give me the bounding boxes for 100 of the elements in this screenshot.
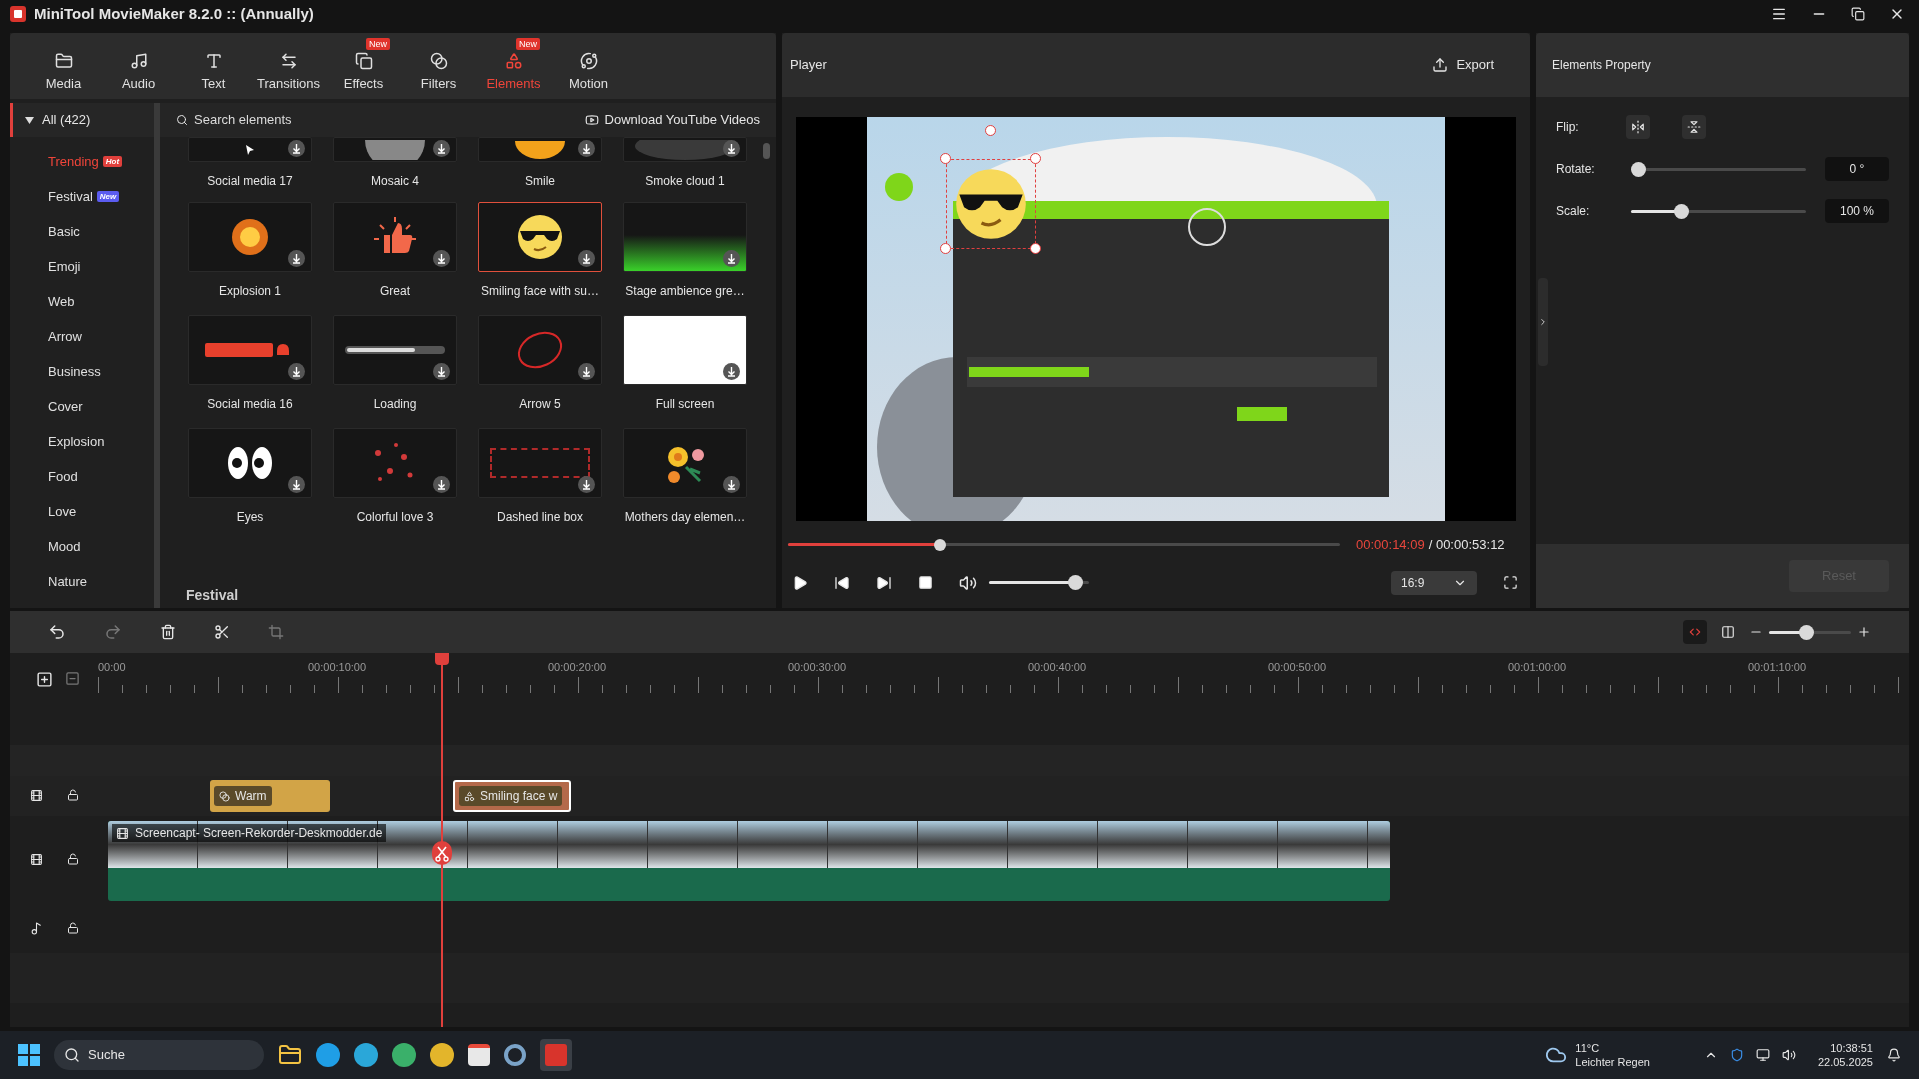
category-item[interactable]: Mood — [10, 529, 154, 564]
restore-icon[interactable] — [1851, 7, 1865, 21]
next-icon[interactable] — [876, 574, 892, 591]
play-icon[interactable] — [792, 574, 808, 591]
element-thumbnail[interactable] — [478, 202, 602, 272]
rotate-handle[interactable] — [985, 125, 996, 136]
browser-icon[interactable] — [354, 1043, 378, 1067]
progress-bar[interactable] — [788, 538, 1340, 551]
element-thumbnail[interactable] — [333, 202, 457, 272]
category-tab[interactable]: Transitions — [251, 37, 326, 93]
zoom-in-icon[interactable] — [1857, 625, 1871, 639]
download-icon[interactable] — [433, 250, 450, 267]
category-item[interactable]: Festival New — [10, 179, 154, 214]
resize-handle[interactable] — [940, 243, 951, 254]
store-icon[interactable] — [468, 1044, 490, 1066]
category-item[interactable]: Food — [10, 459, 154, 494]
download-icon[interactable] — [288, 140, 305, 157]
rotate-slider[interactable] — [1631, 161, 1806, 177]
download-icon[interactable] — [578, 476, 595, 493]
taskbar-search[interactable]: Suche — [54, 1040, 264, 1070]
timeline-clip[interactable]: Warm — [210, 780, 330, 812]
undo-icon[interactable] — [48, 623, 66, 641]
download-icon[interactable] — [723, 476, 740, 493]
category-tab[interactable]: Media — [26, 37, 101, 93]
element-thumbnail[interactable] — [333, 315, 457, 385]
sticker-selection[interactable] — [946, 159, 1036, 249]
element-thumbnail[interactable] — [333, 428, 457, 498]
rotate-value[interactable]: 0 ° — [1825, 157, 1889, 181]
start-icon[interactable] — [18, 1044, 40, 1066]
download-icon[interactable] — [288, 250, 305, 267]
element-thumbnail[interactable] — [188, 315, 312, 385]
export-button[interactable]: Export — [1432, 55, 1494, 75]
element-thumbnail[interactable] — [623, 428, 747, 498]
volume-icon[interactable] — [959, 573, 977, 592]
browser-icon[interactable] — [392, 1043, 416, 1067]
browser-icon[interactable] — [430, 1043, 454, 1067]
element-thumbnail[interactable] — [478, 428, 602, 498]
download-icon[interactable] — [723, 140, 740, 157]
video-clip[interactable]: Screencapt- Screen-Rekorder-Deskmodder.de — [108, 821, 1390, 901]
category-item[interactable]: Basic — [10, 214, 154, 249]
element-thumbnail[interactable] — [188, 428, 312, 498]
monitor-icon[interactable] — [1755, 1048, 1770, 1062]
shield-icon[interactable] — [1729, 1048, 1744, 1062]
slider-thumb[interactable] — [1674, 203, 1690, 219]
fit-icon[interactable] — [1721, 625, 1735, 639]
element-thumbnail[interactable] — [478, 315, 602, 385]
element-thumbnail[interactable] — [188, 137, 312, 162]
scale-value[interactable]: 100 % — [1825, 199, 1889, 223]
category-tab[interactable]: Motion — [551, 37, 626, 93]
resize-handle[interactable] — [1030, 243, 1041, 254]
speaker-icon[interactable] — [1781, 1048, 1796, 1062]
download-icon[interactable] — [433, 363, 450, 380]
download-icon[interactable] — [723, 363, 740, 380]
element-thumbnail[interactable] — [623, 202, 747, 272]
category-item[interactable]: Emoji — [10, 249, 154, 284]
category-tab[interactable]: Text — [176, 37, 251, 93]
download-icon[interactable] — [433, 476, 450, 493]
category-item[interactable]: Cover — [10, 389, 154, 424]
aspect-ratio-dropdown[interactable]: 16:9 — [1391, 570, 1477, 595]
slider-thumb[interactable] — [1068, 575, 1084, 590]
menu-icon[interactable] — [1771, 6, 1787, 22]
volume-slider[interactable] — [989, 575, 1089, 590]
zoom-slider[interactable] — [1769, 624, 1851, 640]
category-tab[interactable]: Filters — [401, 37, 476, 93]
all-elements-header[interactable]: All (422) — [10, 103, 154, 137]
settings-icon[interactable] — [504, 1044, 526, 1066]
playhead[interactable] — [435, 653, 449, 1027]
redo-icon[interactable] — [104, 623, 122, 641]
category-item[interactable]: Trending Hot — [10, 144, 154, 179]
resize-handle[interactable] — [1030, 153, 1041, 164]
split-marker-button[interactable] — [1683, 620, 1707, 644]
element-thumbnail[interactable] — [623, 137, 747, 162]
split-icon[interactable] — [214, 624, 230, 640]
lock-icon[interactable] — [67, 789, 79, 801]
flip-vertical-button[interactable] — [1682, 115, 1706, 139]
lock-icon[interactable] — [67, 853, 79, 865]
collapse-handle[interactable] — [1538, 278, 1548, 366]
timeline-clip[interactable]: Smiling face w — [453, 780, 571, 812]
category-item[interactable]: Arrow — [10, 319, 154, 354]
slider-thumb[interactable] — [933, 538, 946, 551]
category-item[interactable]: Web — [10, 284, 154, 319]
scrollbar-thumb[interactable] — [763, 143, 770, 159]
crop-icon[interactable] — [268, 624, 284, 640]
lock-icon[interactable] — [67, 922, 79, 934]
download-videos-link[interactable]: Download YouTube Videos — [604, 110, 760, 130]
category-item[interactable]: Nature — [10, 564, 154, 599]
category-tab[interactable]: Audio — [101, 37, 176, 93]
download-icon[interactable] — [433, 140, 450, 157]
scale-slider[interactable] — [1631, 203, 1806, 219]
slider-thumb[interactable] — [1631, 161, 1646, 177]
category-item[interactable]: Business — [10, 354, 154, 389]
element-thumbnail[interactable] — [188, 202, 312, 272]
fullscreen-icon[interactable] — [1503, 575, 1518, 590]
resize-handle[interactable] — [940, 153, 951, 164]
element-thumbnail[interactable] — [478, 137, 602, 162]
category-tab[interactable]: New Effects — [326, 37, 401, 93]
search-field[interactable]: Search elements — [194, 110, 354, 130]
download-icon[interactable] — [288, 363, 305, 380]
flip-horizontal-button[interactable] — [1626, 115, 1650, 139]
notification-icon[interactable] — [1887, 1048, 1901, 1062]
